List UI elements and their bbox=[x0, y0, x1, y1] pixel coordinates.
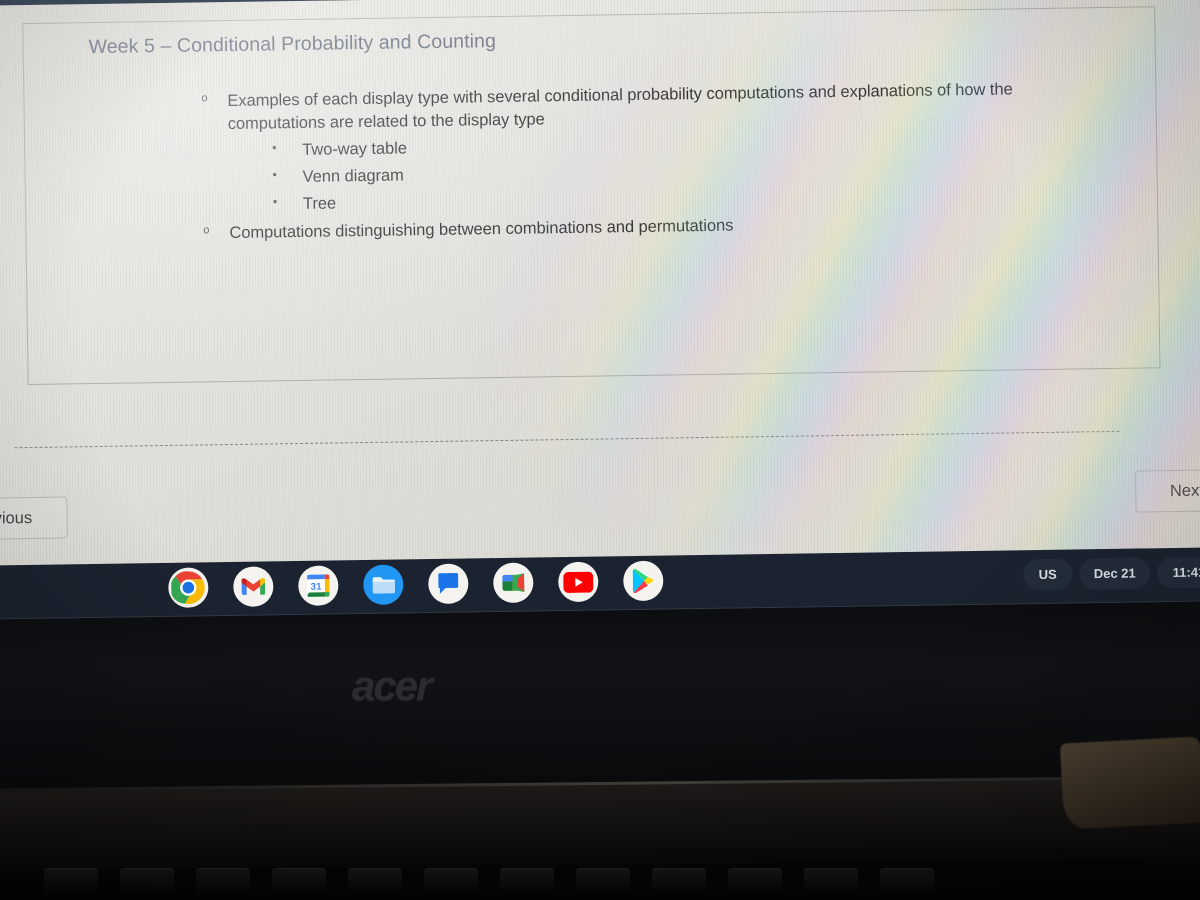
shelf-item-google-meet[interactable] bbox=[493, 562, 534, 604]
list-item-text: Venn diagram bbox=[302, 166, 404, 186]
shelf-item-files[interactable] bbox=[363, 564, 404, 606]
keyboard-key bbox=[500, 868, 554, 894]
shelf-app-list: 31 bbox=[168, 560, 664, 608]
bullet-marker-circle: o bbox=[201, 92, 208, 105]
keyboard-key bbox=[728, 868, 782, 894]
keyboard-key bbox=[576, 868, 630, 894]
shelf-item-google-chat[interactable] bbox=[428, 563, 469, 605]
slide-bullet-list: o Examples of each display type with sev… bbox=[189, 78, 1071, 247]
chat-bubble-icon bbox=[438, 573, 459, 594]
keyboard-layout-button[interactable]: US bbox=[1023, 558, 1073, 591]
status-tray-button[interactable]: 11:41 bbox=[1157, 555, 1200, 589]
next-button-label: Next bbox=[1169, 481, 1200, 500]
previous-button-label: Previous bbox=[0, 508, 33, 528]
keyboard-key bbox=[272, 868, 326, 894]
laptop-screen: Week 5 – Conditional Probability and Cou… bbox=[0, 0, 1200, 586]
shelf-item-gmail[interactable] bbox=[233, 566, 274, 607]
shelf-item-play-store[interactable] bbox=[623, 560, 664, 602]
laptop-photo-scene: Week 5 – Conditional Probability and Cou… bbox=[0, 0, 1200, 900]
shelf-item-google-calendar[interactable]: 31 bbox=[298, 565, 339, 606]
list-item-text: Tree bbox=[302, 194, 337, 213]
bullet-marker-circle: o bbox=[203, 223, 210, 236]
content-divider bbox=[14, 430, 1120, 449]
google-calendar-icon: 31 bbox=[307, 574, 330, 597]
clock-time-label: 11:41 bbox=[1172, 564, 1200, 581]
video-camera-icon bbox=[502, 573, 525, 593]
laptop-hinge-band bbox=[0, 778, 1200, 872]
shelf-status-area: US Dec 21 11:41 bbox=[1023, 555, 1200, 591]
desk-object bbox=[1059, 736, 1200, 830]
date-button[interactable]: Dec 21 bbox=[1078, 557, 1151, 590]
bullet-marker-square: ▪ bbox=[272, 140, 277, 155]
keyboard-key bbox=[44, 868, 98, 894]
youtube-icon bbox=[563, 571, 594, 593]
list-item-text: Computations distinguishing between comb… bbox=[229, 216, 734, 242]
keyboard-key-row bbox=[0, 868, 1200, 900]
next-button[interactable]: Next ► bbox=[1135, 468, 1200, 513]
bullet-marker-square: ▪ bbox=[272, 167, 277, 182]
shelf-item-chrome[interactable] bbox=[168, 567, 209, 608]
bullet-marker-square: ▪ bbox=[272, 193, 278, 209]
gmail-icon bbox=[241, 578, 266, 595]
shelf-item-youtube[interactable] bbox=[558, 561, 599, 603]
calendar-date-number: 31 bbox=[311, 582, 323, 593]
play-store-icon bbox=[632, 568, 654, 594]
folder-icon bbox=[372, 576, 395, 593]
keyboard-key bbox=[424, 868, 478, 894]
keyboard-key bbox=[652, 868, 706, 894]
keyboard-key bbox=[804, 868, 858, 894]
chrome-icon bbox=[171, 571, 205, 605]
keyboard-key bbox=[880, 868, 934, 894]
keyboard-key bbox=[120, 868, 174, 894]
keyboard-key bbox=[348, 868, 402, 894]
keyboard-key bbox=[196, 868, 250, 894]
list-item-text: Examples of each display type with sever… bbox=[227, 80, 1013, 134]
previous-button[interactable]: ◄ Previous bbox=[0, 496, 68, 541]
acer-brand-logo: acer bbox=[352, 662, 432, 709]
list-item-text: Two-way table bbox=[302, 139, 408, 159]
